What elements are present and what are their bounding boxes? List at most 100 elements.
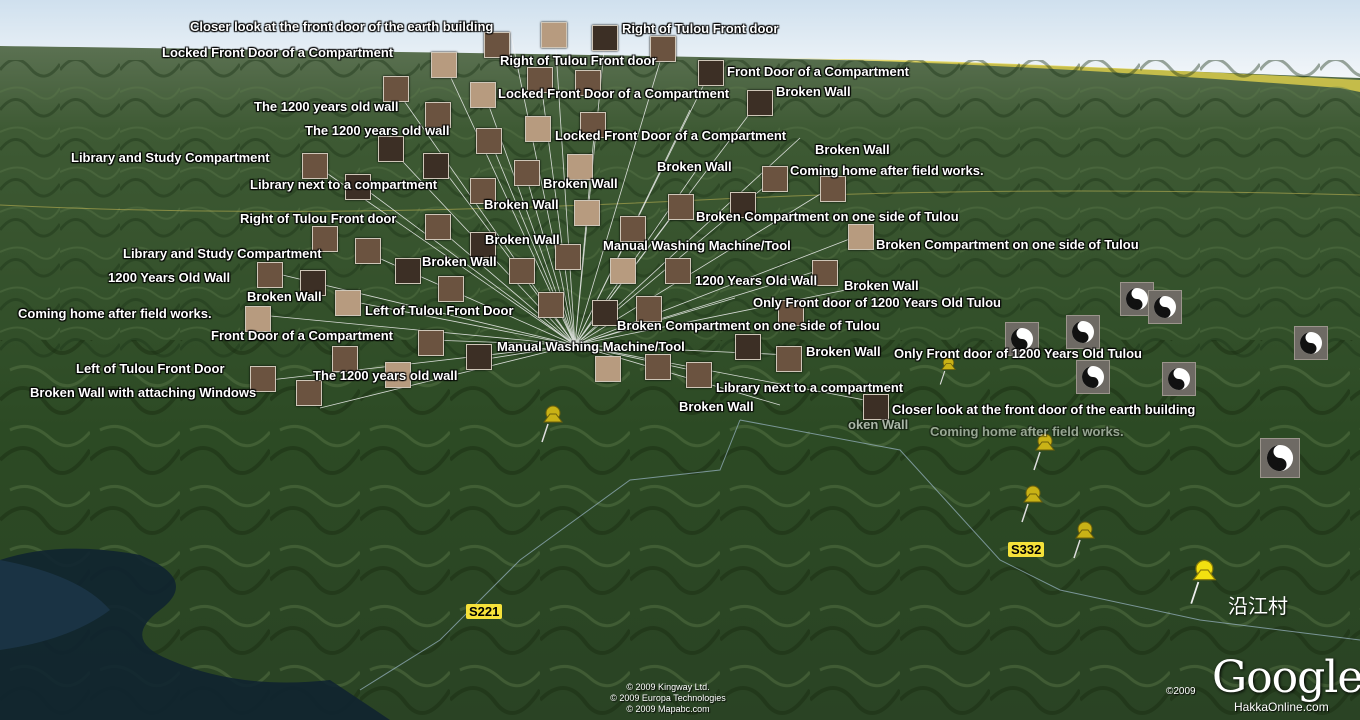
photo-thumbnail[interactable] xyxy=(665,258,691,284)
photo-thumbnail[interactable] xyxy=(470,82,496,108)
photo-thumbnail[interactable] xyxy=(610,258,636,284)
photo-thumbnail[interactable] xyxy=(592,300,618,326)
placemark-label[interactable]: Front Door of a Compartment xyxy=(211,329,393,343)
photo-thumbnail[interactable] xyxy=(355,238,381,264)
placemark-label[interactable]: 1200 Years Old Wall xyxy=(108,271,230,285)
placemark-label[interactable]: Library next to a compartment xyxy=(716,381,903,395)
placemark-label[interactable]: Closer look at the front door of the ear… xyxy=(190,20,493,34)
placemark-label[interactable]: Broken Wall xyxy=(247,290,322,304)
placemark-label[interactable]: Broken Wall xyxy=(806,345,881,359)
placemark-label[interactable]: Right of Tulou Front door xyxy=(500,54,656,68)
pushpin-icon[interactable] xyxy=(1016,484,1046,524)
photo-thumbnail[interactable] xyxy=(698,60,724,86)
photo-thumbnail[interactable] xyxy=(686,362,712,388)
placemark-label[interactable]: Broken Wall xyxy=(776,85,851,99)
photo-thumbnail[interactable] xyxy=(555,244,581,270)
photo-thumbnail[interactable] xyxy=(820,176,846,202)
placemark-label[interactable]: Broken Wall xyxy=(484,198,559,212)
village-label: 沿江村 xyxy=(1228,594,1288,618)
photo-thumbnail[interactable] xyxy=(538,292,564,318)
placemark-label[interactable]: oken Wall xyxy=(848,418,908,432)
placemark-label[interactable]: The 1200 years old wall xyxy=(254,100,399,114)
yin-yang-icon[interactable] xyxy=(1260,438,1300,478)
photo-thumbnail[interactable] xyxy=(595,356,621,382)
watermark: HakkaOnline.com xyxy=(1234,700,1329,714)
photo-thumbnail[interactable] xyxy=(257,262,283,288)
photo-thumbnail[interactable] xyxy=(431,52,457,78)
photo-thumbnail[interactable] xyxy=(525,116,551,142)
photo-thumbnail[interactable] xyxy=(848,224,874,250)
yin-yang-icon[interactable] xyxy=(1148,290,1182,324)
photo-thumbnail[interactable] xyxy=(418,330,444,356)
placemark-label[interactable]: Only Front door of 1200 Years Old Tulou xyxy=(753,296,1001,310)
photo-thumbnail[interactable] xyxy=(302,153,328,179)
photo-thumbnail[interactable] xyxy=(509,258,535,284)
pushpin-icon[interactable] xyxy=(1068,520,1098,560)
photo-thumbnail[interactable] xyxy=(514,160,540,186)
placemark-label[interactable]: Broken Compartment on one side of Tulou xyxy=(617,319,880,333)
photo-thumbnail[interactable] xyxy=(592,25,618,51)
placemark-label[interactable]: Coming home after field works. xyxy=(18,307,212,321)
photo-thumbnail[interactable] xyxy=(395,258,421,284)
placemark-label[interactable]: Closer look at the front door of the ear… xyxy=(892,403,1195,417)
placemark-label[interactable]: Left of Tulou Front Door xyxy=(365,304,514,318)
logo-year: ©2009 xyxy=(1166,686,1196,697)
placemark-label[interactable]: Broken Wall xyxy=(485,233,560,247)
photo-thumbnail[interactable] xyxy=(335,290,361,316)
photo-thumbnail[interactable] xyxy=(438,276,464,302)
photo-thumbnail[interactable] xyxy=(425,214,451,240)
photo-thumbnail[interactable] xyxy=(668,194,694,220)
google-logo: Google xyxy=(1212,652,1360,703)
placemark-label[interactable]: The 1200 years old wall xyxy=(305,124,450,138)
photo-thumbnail[interactable] xyxy=(645,354,671,380)
placemark-label[interactable]: Broken Compartment on one side of Tulou xyxy=(876,238,1139,252)
photo-thumbnail[interactable] xyxy=(476,128,502,154)
placemark-label[interactable]: Broken Compartment on one side of Tulou xyxy=(696,210,959,224)
yin-yang-icon[interactable] xyxy=(1066,315,1100,349)
pushpin-icon[interactable] xyxy=(536,404,566,444)
yin-yang-icon[interactable] xyxy=(1294,326,1328,360)
yin-yang-icon[interactable] xyxy=(1162,362,1196,396)
copyright-line: © 2009 Kingway Ltd. xyxy=(626,682,710,692)
copyright-line: © 2009 Europa Technologies xyxy=(610,693,726,703)
map-viewport[interactable]: Closer look at the front door of the ear… xyxy=(0,0,1360,720)
photo-thumbnail[interactable] xyxy=(735,334,761,360)
placemark-label[interactable]: Broken Wall xyxy=(543,177,618,191)
placemark-label[interactable]: Broken Wall xyxy=(422,255,497,269)
placemark-label[interactable]: Broken Wall xyxy=(815,143,890,157)
road-shield-s221: S221 xyxy=(466,604,503,619)
placemark-label[interactable]: Library next to a compartment xyxy=(250,178,437,192)
placemark-label[interactable]: Broken Wall xyxy=(844,279,919,293)
placemark-label[interactable]: Front Door of a Compartment xyxy=(727,65,909,79)
placemark-label[interactable]: The 1200 years old wall xyxy=(313,369,458,383)
road-shield-s332: S332 xyxy=(1008,542,1045,557)
placemark-label[interactable]: Manual Washing Machine/Tool xyxy=(603,239,791,253)
photo-thumbnail[interactable] xyxy=(574,200,600,226)
photo-thumbnail[interactable] xyxy=(541,22,567,48)
placemark-label[interactable]: Manual Washing Machine/Tool xyxy=(497,340,685,354)
photo-thumbnail[interactable] xyxy=(776,346,802,372)
placemark-label[interactable]: Left of Tulou Front Door xyxy=(76,362,225,376)
placemark-label[interactable]: Locked Front Door of a Compartment xyxy=(555,129,786,143)
placemark-label[interactable]: Right of Tulou Front door xyxy=(622,22,778,36)
photo-thumbnail[interactable] xyxy=(762,166,788,192)
placemark-label[interactable]: Broken Wall with attaching Windows xyxy=(30,386,256,400)
placemark-label[interactable]: Right of Tulou Front door xyxy=(240,212,396,226)
placemark-label[interactable]: Library and Study Compartment xyxy=(71,151,270,165)
photo-thumbnail[interactable] xyxy=(378,136,404,162)
photo-thumbnail[interactable] xyxy=(747,90,773,116)
pushpin-icon[interactable] xyxy=(1184,558,1220,606)
placemark-label[interactable]: 1200 Years Old Wall xyxy=(695,274,817,288)
placemark-label[interactable]: Coming home after field works. xyxy=(790,164,984,178)
photo-thumbnail[interactable] xyxy=(423,153,449,179)
placemark-label[interactable]: Library and Study Compartment xyxy=(123,247,322,261)
yin-yang-icon[interactable] xyxy=(1076,360,1110,394)
photo-thumbnail[interactable] xyxy=(466,344,492,370)
placemark-label[interactable]: Broken Wall xyxy=(657,160,732,174)
placemark-label[interactable]: Coming home after field works. xyxy=(930,425,1124,439)
photo-thumbnail[interactable] xyxy=(296,380,322,406)
placemark-label[interactable]: Locked Front Door of a Compartment xyxy=(498,87,729,101)
placemark-label[interactable]: Locked Front Door of a Compartment xyxy=(162,46,393,60)
placemark-label[interactable]: Only Front door of 1200 Years Old Tulou xyxy=(894,347,1142,361)
placemark-label[interactable]: Broken Wall xyxy=(679,400,754,414)
